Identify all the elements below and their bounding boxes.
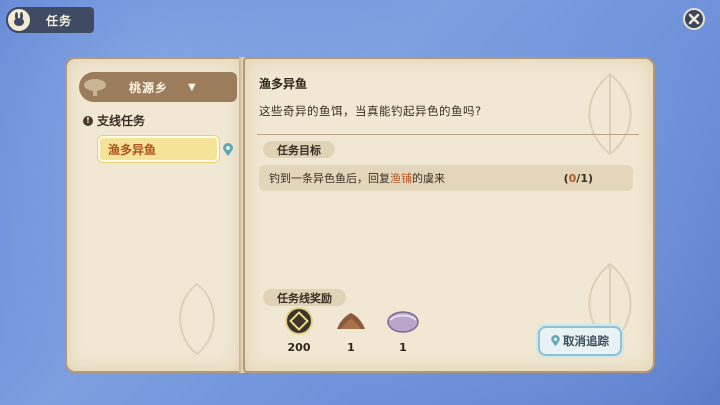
quest-list-item-label: 渔多异鱼 [108, 142, 157, 157]
quest-title: 渔多异鱼 [259, 77, 308, 91]
reward-item[interactable]: 1 [383, 306, 423, 354]
goal-text-highlight: 渔铺 [390, 172, 412, 185]
untrack-button[interactable]: 取消追踪 [538, 326, 622, 356]
goal-progress: (0/1) [564, 172, 593, 185]
reward-count: 1 [347, 341, 355, 354]
leaf-decoration-icon [588, 72, 632, 156]
leaf-decoration-icon [179, 282, 215, 356]
right-page: 渔多异鱼 这些奇异的鱼饵，当真能钓起异色的鱼吗? 任务目标 钓到一条异色鱼后，回… [243, 57, 655, 373]
window-title: 任务 [46, 13, 73, 28]
region-dropdown[interactable]: 桃源乡 ▼ [79, 72, 237, 102]
rewards-section-label: 任务线奖励 [263, 289, 346, 306]
rabbit-emblem-icon [6, 7, 32, 33]
close-icon [688, 13, 700, 25]
window-title-tab: 任务 [6, 7, 94, 33]
category-header: ! 支线任务 [83, 112, 145, 129]
quest-description: 这些奇异的鱼饵，当真能钓起异色的鱼吗? [259, 104, 482, 118]
reward-count: 200 [287, 341, 311, 354]
reward-count: 1 [399, 341, 407, 354]
reward-item[interactable]: 1 [331, 306, 371, 354]
goal-text: 钓到一条异色鱼后，回复渔铺的虞来 [269, 170, 445, 186]
quest-book: 桃源乡 ▼ ! 支线任务 渔多异鱼 渔多异鱼 这些奇异的鱼饵，当真能钓起异色的鱼… [65, 57, 655, 373]
left-page: 桃源乡 ▼ ! 支线任务 渔多异鱼 [65, 57, 243, 373]
goal-text-before: 钓到一条异色鱼后，回复 [269, 172, 390, 185]
location-pin-icon [223, 142, 233, 161]
location-pin-icon [551, 335, 560, 347]
exclamation-icon: ! [83, 115, 93, 126]
untrack-button-label: 取消追踪 [563, 334, 609, 348]
divider [257, 134, 639, 135]
goal-progress-total: /1) [576, 171, 593, 185]
reward-item[interactable]: 200 [279, 306, 319, 354]
soil-icon [334, 306, 368, 336]
quest-list-item[interactable]: 渔多异鱼 [98, 136, 219, 162]
goal-section-label: 任务目标 [263, 141, 335, 158]
category-label: 支线任务 [97, 114, 146, 128]
goal-text-after: 的虞来 [412, 172, 445, 185]
clam-icon [386, 306, 420, 336]
quest-goal-row: 钓到一条异色鱼后，回复渔铺的虞来 (0/1) [259, 165, 633, 191]
region-name: 桃源乡 [129, 80, 169, 95]
coin-icon [282, 306, 316, 336]
chevron-down-icon: ▼ [188, 81, 196, 93]
tree-icon [79, 72, 111, 102]
close-button[interactable] [683, 8, 705, 30]
